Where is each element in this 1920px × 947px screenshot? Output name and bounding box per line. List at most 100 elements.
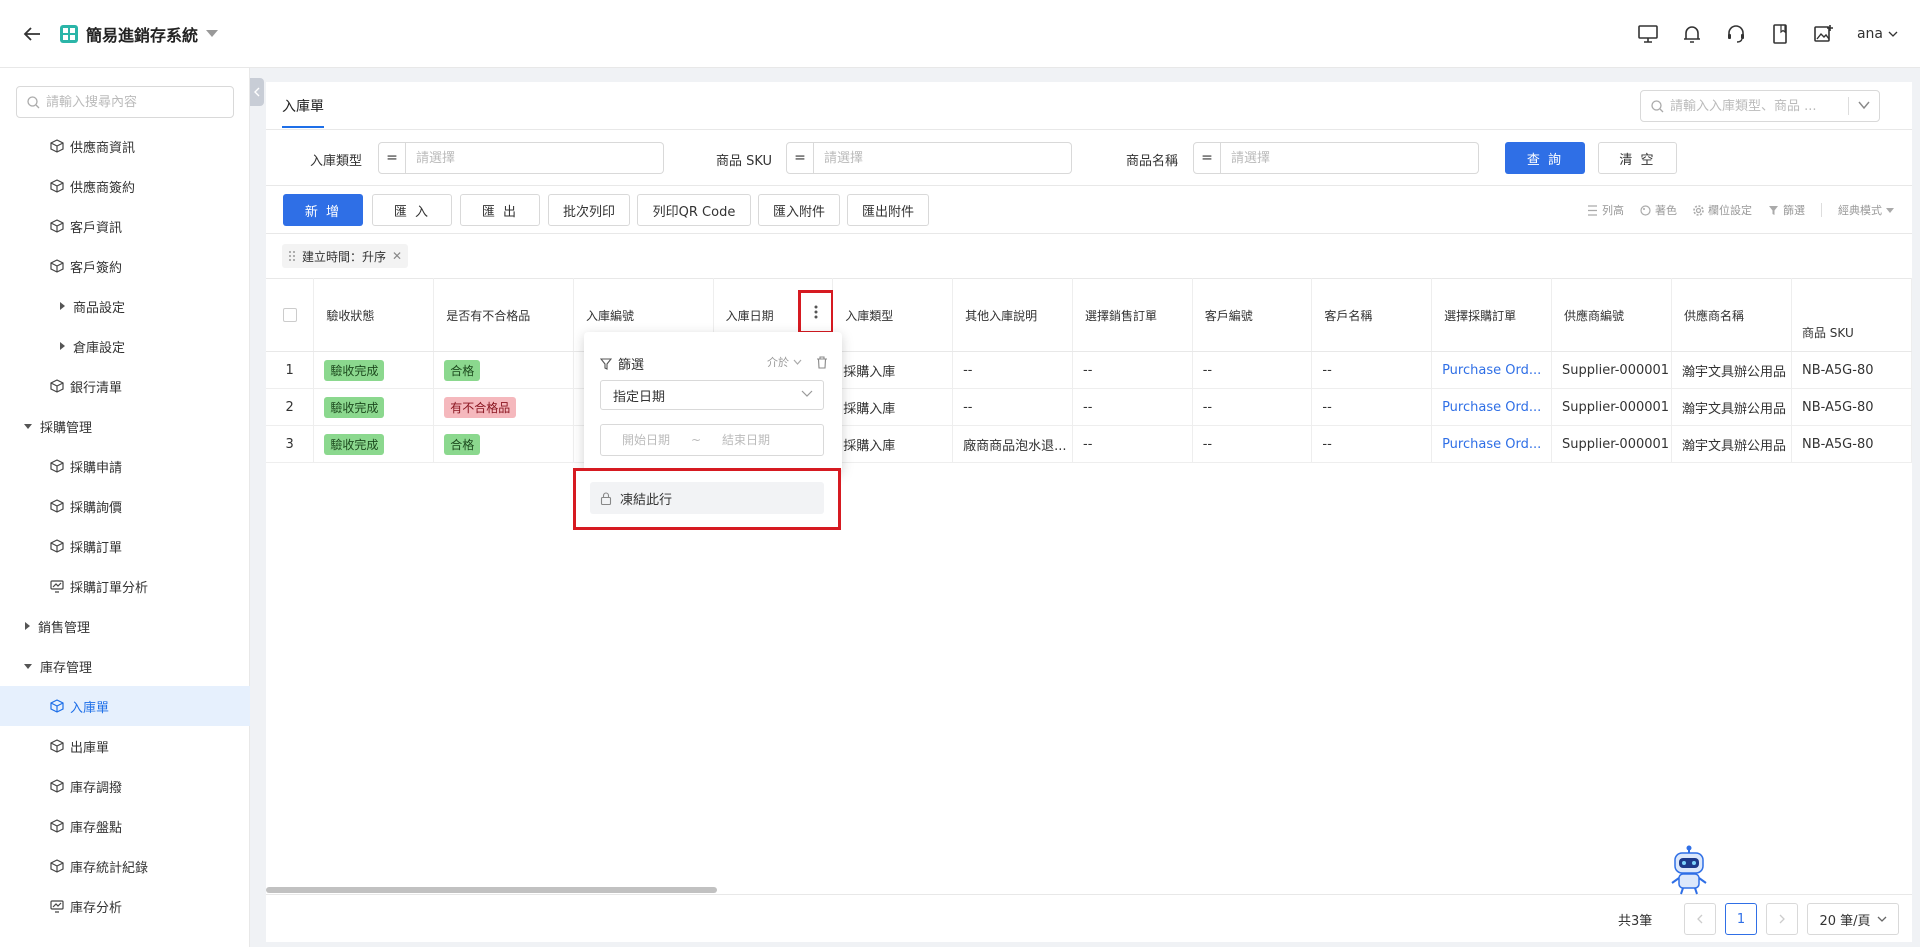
horizontal-scrollbar[interactable]	[266, 886, 1912, 894]
column-header[interactable]: 選擇銷售訂單	[1072, 278, 1193, 352]
export-attachment-button[interactable]: 匯出附件	[847, 194, 929, 226]
sidebar-item[interactable]: 出庫單	[0, 726, 250, 766]
sidebar-collapse-handle[interactable]	[250, 78, 264, 106]
trash-icon[interactable]	[816, 355, 828, 369]
purchase-order-link[interactable]: Purchase Ord...	[1442, 363, 1541, 378]
add-button[interactable]: 新 增	[283, 194, 363, 226]
sidebar-item[interactable]: 庫存統計紀錄	[0, 846, 250, 886]
column-header-sku[interactable]: 商品 SKU	[1791, 278, 1912, 352]
sidebar-group[interactable]: 商品設定	[0, 286, 250, 326]
row-height-button[interactable]: 列高	[1587, 202, 1624, 218]
color-button[interactable]: 著色	[1640, 202, 1677, 218]
import-attachment-button[interactable]: 匯入附件	[758, 194, 840, 226]
sidebar-item[interactable]: 入庫單	[0, 686, 250, 726]
sort-chip-label: 建立時間：升序	[302, 249, 387, 264]
sidebar-item[interactable]: 採購訂單	[0, 526, 250, 566]
table-cell[interactable]: Purchase Ord...	[1431, 425, 1553, 463]
page-size-select[interactable]: 20 筆/頁	[1807, 903, 1899, 935]
filter-name-input[interactable]	[1221, 142, 1479, 174]
sidebar-item[interactable]: 客戶簽約	[0, 246, 250, 286]
scrollbar-thumb[interactable]	[266, 887, 717, 893]
headset-icon[interactable]	[1725, 23, 1747, 45]
table-cell[interactable]: Purchase Ord...	[1431, 388, 1553, 426]
sidebar-item[interactable]: 採購申請	[0, 446, 250, 486]
column-header[interactable]: 供應商編號	[1551, 278, 1672, 352]
next-page-button[interactable]	[1766, 903, 1798, 935]
import-button[interactable]: 匯 入	[372, 194, 452, 226]
batch-print-button[interactable]: 批次列印	[548, 194, 630, 226]
sidebar-search-input[interactable]	[46, 94, 226, 110]
filter-button[interactable]: 篩選	[1768, 202, 1805, 218]
user-menu[interactable]: ana	[1857, 26, 1898, 42]
query-button[interactable]: 查 詢	[1505, 142, 1585, 174]
column-header[interactable]: 客戶編號	[1192, 278, 1313, 352]
sidebar-item[interactable]: 供應商簽約	[0, 166, 250, 206]
sidebar-item[interactable]: 採購訂單分析	[0, 566, 250, 606]
chevron-down-icon[interactable]	[1858, 99, 1870, 111]
sidebar-section[interactable]: 採購管理	[0, 406, 250, 446]
column-settings-button[interactable]: 欄位設定	[1693, 202, 1752, 218]
search-icon	[1651, 99, 1664, 112]
filter-operator[interactable]: =	[378, 142, 406, 174]
column-menu-button[interactable]	[798, 290, 835, 334]
cell-text: --	[1083, 362, 1093, 378]
clear-button[interactable]: 清 空	[1598, 142, 1677, 174]
sidebar-search[interactable]	[16, 86, 234, 118]
record-search-input[interactable]	[1670, 98, 1845, 114]
table-row[interactable]: 2 驗收完成 有不合格品 採購入庫 -- -- -- -- Purchase Ord... Sup…	[266, 388, 1912, 426]
tab-inbound[interactable]: 入庫單	[282, 96, 324, 128]
record-search[interactable]	[1640, 90, 1880, 122]
operator-dropdown[interactable]: 介於	[767, 354, 802, 370]
select-all-header[interactable]	[266, 278, 315, 352]
prev-page-button[interactable]	[1684, 903, 1716, 935]
sidebar-item[interactable]: 客戶資訊	[0, 206, 250, 246]
column-header[interactable]: 供應商名稱	[1671, 278, 1792, 352]
column-header[interactable]: 入庫類型	[832, 278, 954, 352]
divider	[1821, 203, 1822, 217]
column-header[interactable]: 是否有不合格品	[433, 278, 574, 352]
assistant-robot-icon[interactable]	[1667, 845, 1711, 895]
sidebar-item[interactable]: 庫存分析	[0, 886, 250, 926]
start-date-input[interactable]	[601, 433, 691, 447]
column-header[interactable]: 客戶名稱	[1311, 278, 1433, 352]
filter-operator[interactable]: =	[786, 142, 814, 174]
date-mode-select[interactable]: 指定日期	[600, 380, 824, 410]
close-icon[interactable]: ✕	[392, 249, 402, 263]
table-row[interactable]: 3 驗收完成 合格 採購入庫 廠商商品泡水退... -- -- -- Purchase Ord.…	[266, 425, 1912, 463]
column-header[interactable]: 驗收狀態	[313, 278, 435, 352]
sidebar-group[interactable]: 倉庫設定	[0, 326, 250, 366]
cube-icon	[50, 219, 64, 233]
sidebar-item[interactable]: 供應商資訊	[0, 126, 250, 166]
sidebar-section[interactable]: 銷售管理	[0, 606, 250, 646]
page-number[interactable]: 1	[1725, 903, 1757, 935]
filter-operator[interactable]: =	[1193, 142, 1221, 174]
export-button[interactable]: 匯 出	[460, 194, 540, 226]
image-add-icon[interactable]	[1813, 23, 1835, 45]
monitor-icon[interactable]	[1637, 23, 1659, 45]
sidebar-item[interactable]: 庫存調撥	[0, 766, 250, 806]
view-mode-dropdown[interactable]: 經典模式	[1838, 202, 1894, 218]
sidebar-item[interactable]: 採購詢價	[0, 486, 250, 526]
sidebar-item[interactable]: 庫存盤點	[0, 806, 250, 846]
sidebar-item[interactable]: 銀行清單	[0, 366, 250, 406]
bell-icon[interactable]	[1681, 23, 1703, 45]
sidebar-section[interactable]: 庫存管理	[0, 646, 250, 686]
filter-type-input[interactable]	[406, 142, 664, 174]
sort-chip[interactable]: 建立時間：升序 ✕	[282, 244, 409, 268]
purchase-order-link[interactable]: Purchase Ord...	[1442, 437, 1541, 452]
table-cell: Supplier-000001	[1551, 425, 1672, 463]
app-switch-caret-icon[interactable]	[206, 29, 219, 38]
select-all-checkbox[interactable]	[282, 308, 297, 322]
date-range-picker[interactable]: ~	[600, 424, 824, 456]
freeze-column-item[interactable]: 凍結此行	[590, 482, 824, 514]
back-arrow-icon[interactable]	[22, 24, 42, 44]
print-qr-button[interactable]: 列印QR Code	[637, 194, 751, 226]
book-icon[interactable]	[1769, 23, 1791, 45]
purchase-order-link[interactable]: Purchase Ord...	[1442, 400, 1541, 415]
filter-sku-input[interactable]	[814, 142, 1072, 174]
column-header[interactable]: 其他入庫說明	[952, 278, 1074, 352]
table-row[interactable]: 1 驗收完成 合格 採購入庫 -- -- -- -- Purchase Ord... Suppli…	[266, 351, 1912, 389]
end-date-input[interactable]	[701, 433, 792, 447]
table-cell[interactable]: Purchase Ord...	[1431, 351, 1553, 389]
column-header[interactable]: 選擇採購訂單	[1431, 278, 1553, 352]
